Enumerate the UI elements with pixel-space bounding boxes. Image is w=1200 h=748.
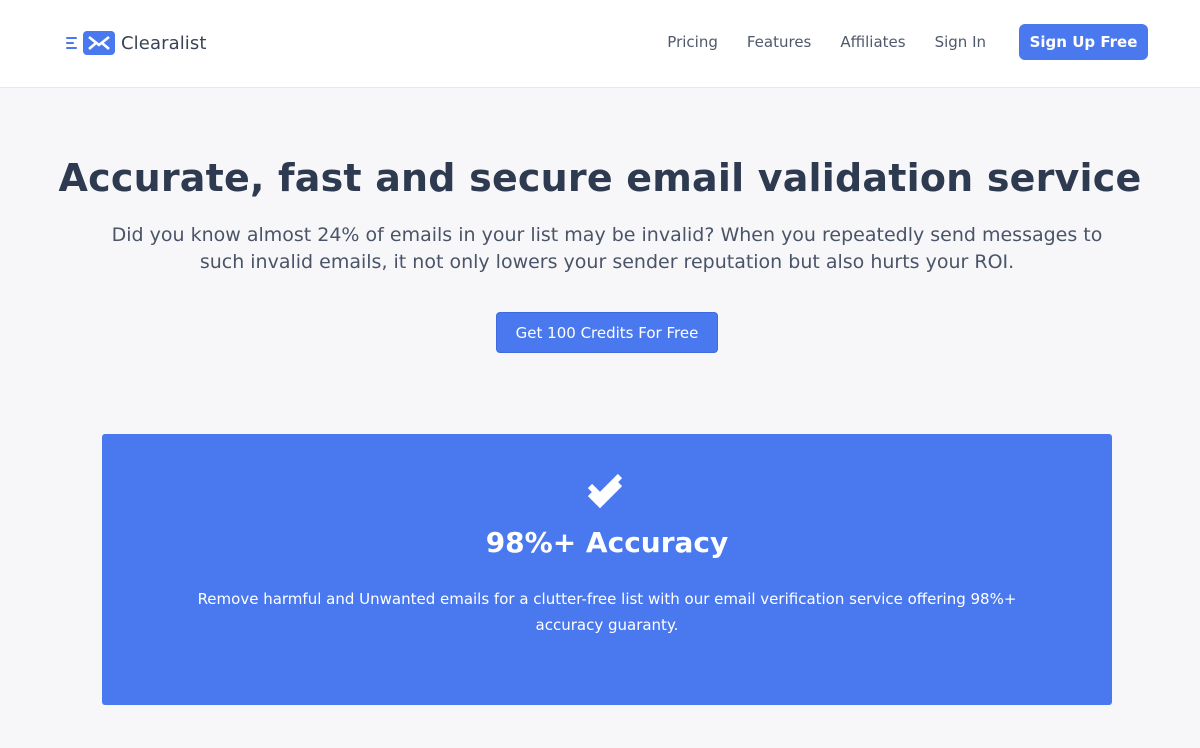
hero-title: Accurate, fast and secure email validati… <box>58 156 1142 200</box>
speed-lines-icon <box>66 34 80 52</box>
get-free-credits-button[interactable]: Get 100 Credits For Free <box>496 312 718 353</box>
feature-title: 98%+ Accuracy <box>485 526 729 559</box>
site-header: Clearalist Pricing Features Affiliates S… <box>0 0 1200 88</box>
nav-sign-in[interactable]: Sign In <box>935 33 986 51</box>
hero-subtitle: Did you know almost 24% of emails in you… <box>111 224 1103 273</box>
brand-name: Clearalist <box>121 32 207 54</box>
nav-features[interactable]: Features <box>747 33 812 51</box>
double-check-icon <box>587 470 627 510</box>
main-nav: Pricing Features Affiliates Sign In Sign… <box>667 24 1148 60</box>
nav-affiliates[interactable]: Affiliates <box>840 33 905 51</box>
nav-pricing[interactable]: Pricing <box>667 33 718 51</box>
sign-up-free-button[interactable]: Sign Up Free <box>1019 24 1148 60</box>
brand-logo[interactable]: Clearalist <box>66 30 207 56</box>
accuracy-feature-card: 98%+ Accuracy Remove harmful and Unwante… <box>102 434 1112 705</box>
envelope-icon <box>83 31 115 55</box>
feature-description: Remove harmful and Unwanted emails for a… <box>197 590 1017 634</box>
